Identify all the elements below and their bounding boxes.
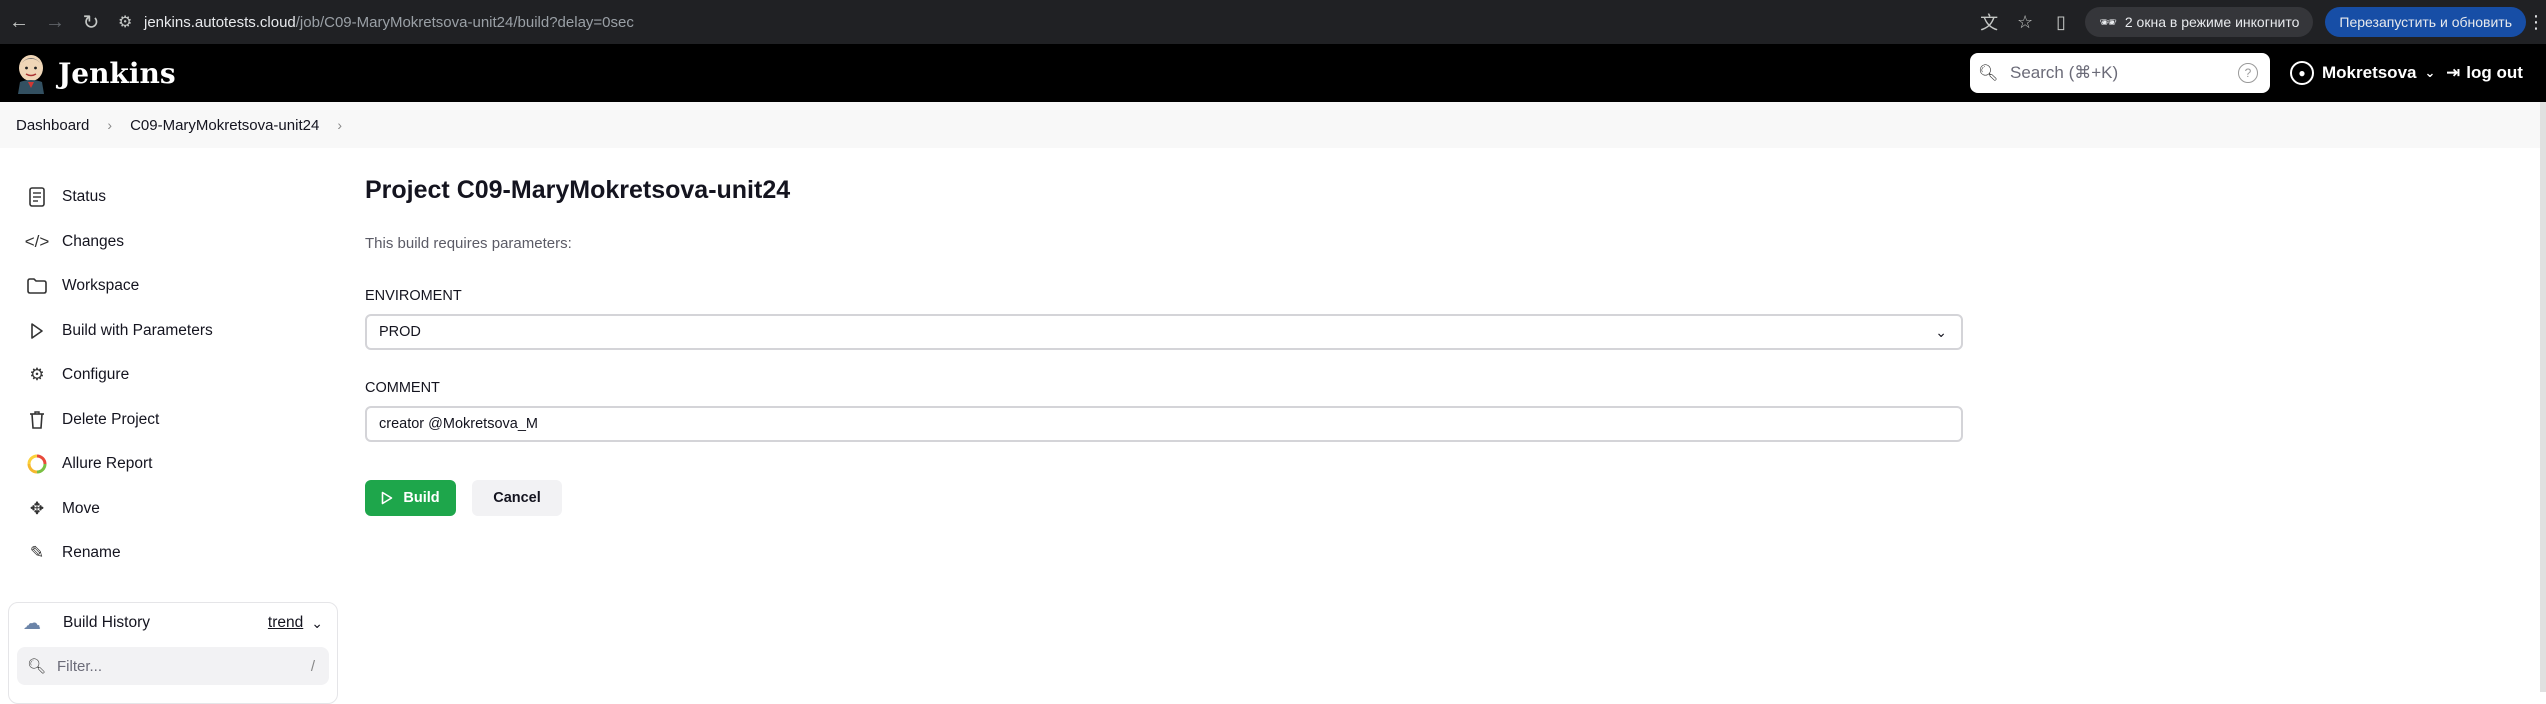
folder-icon — [26, 275, 48, 297]
sidebar-item-build-with-parameters[interactable]: Build with Parameters — [0, 309, 340, 354]
forward-icon[interactable]: → — [38, 5, 72, 39]
comment-value: creator @Mokretsova_M — [379, 416, 538, 432]
build-history-filter[interactable]: 🔍︎ Filter... / — [17, 647, 329, 685]
play-icon — [26, 320, 48, 342]
build-label: Build — [403, 490, 440, 506]
search-icon: 🔍︎ — [27, 658, 47, 675]
incognito-indicator[interactable]: 🕶 2 окна в режиме инкогнито — [2085, 7, 2314, 37]
build-history-header: ☁ Build History trend ⌄ — [9, 603, 337, 643]
form-buttons: Build Cancel — [365, 480, 1965, 516]
build-button[interactable]: Build — [365, 480, 456, 516]
jenkins-header: Jenkins 🔍︎ ? ● Mokretsova ⌄ ⇥ log out — [0, 44, 2546, 102]
user-name: Mokretsova — [2322, 63, 2417, 82]
logout-label: log out — [2466, 63, 2523, 82]
cancel-button[interactable]: Cancel — [472, 480, 562, 516]
site-settings-icon[interactable]: ⚙ — [118, 12, 144, 32]
sidebar-item-label: Configure — [62, 366, 130, 384]
build-history-title: Build History — [63, 614, 150, 631]
sidebar-item-delete-project[interactable]: Delete Project — [0, 398, 340, 443]
sidebar-item-workspace[interactable]: Workspace — [0, 264, 340, 309]
logout-icon: ⇥ — [2446, 63, 2461, 82]
allure-icon — [26, 453, 48, 475]
sidebar-item-configure[interactable]: ⚙ Configure — [0, 353, 340, 398]
chevron-down-icon[interactable]: ⌄ — [311, 615, 323, 632]
sidebar-item-label: Status — [62, 188, 106, 206]
environment-selected-value: PROD — [379, 324, 421, 340]
build-history-panel: ☁ Build History trend ⌄ 🔍︎ Filter... / — [8, 602, 338, 704]
parameters-note: This build requires parameters: — [365, 235, 572, 252]
logout-link[interactable]: ⇥ log out — [2446, 53, 2523, 93]
user-menu[interactable]: ● Mokretsova ⌄ — [2290, 53, 2435, 93]
url-host: jenkins.autotests.cloud — [144, 13, 296, 31]
breadcrumb-chevron-icon: › — [107, 117, 113, 133]
address-bar[interactable]: ⚙ jenkins.autotests.cloud /job/C09-MaryM… — [118, 6, 1998, 38]
param-label-environment: ENVIROMENT — [365, 288, 462, 304]
document-icon — [26, 186, 48, 208]
reload-icon[interactable]: ↻ — [74, 5, 108, 39]
browser-toolbar: ← → ↻ ⚙ jenkins.autotests.cloud /job/C09… — [0, 0, 2546, 44]
chevron-down-icon: ⌄ — [2424, 65, 2436, 80]
comment-input[interactable]: creator @Mokretsova_M — [365, 406, 1963, 442]
sidebar-item-label: Build with Parameters — [62, 321, 213, 339]
jenkins-butler-icon — [18, 55, 44, 94]
help-icon[interactable]: ? — [2238, 63, 2258, 83]
move-icon: ✥ — [29, 498, 45, 518]
page-title: Project C09-MaryMokretsova-unit24 — [365, 176, 791, 204]
environment-select[interactable]: PROD ⌄ — [365, 314, 1963, 350]
side-panel-icon[interactable]: ▯ — [2043, 0, 2079, 44]
brand-name: Jenkins — [58, 56, 176, 90]
sidebar: Status </> Changes Workspace Build with … — [0, 175, 340, 576]
bookmark-star-icon[interactable]: ☆ — [2007, 0, 2043, 44]
breadcrumb: Dashboard › C09-MaryMokretsova-unit24 › — [0, 102, 2546, 148]
sidebar-item-label: Allure Report — [62, 455, 153, 473]
search-icon: 🔍︎ — [1978, 65, 1999, 82]
jenkins-logo[interactable]: Jenkins — [14, 52, 176, 94]
sidebar-item-rename[interactable]: ✎ Rename — [0, 531, 340, 576]
back-icon[interactable]: ← — [2, 5, 36, 39]
breadcrumb-dashboard[interactable]: Dashboard — [16, 117, 89, 134]
search-input[interactable] — [2008, 62, 2238, 84]
url-path: /job/C09-MaryMokretsova-unit24/build?del… — [295, 13, 634, 31]
search-box[interactable]: 🔍︎ ? — [1970, 53, 2270, 93]
gear-icon: ⚙ — [29, 365, 45, 385]
main-content: Project C09-MaryMokretsova-unit24 This b… — [365, 175, 1965, 516]
translate-icon[interactable]: 文 — [1971, 0, 2007, 44]
filter-placeholder[interactable]: Filter... — [57, 658, 102, 675]
play-icon — [382, 491, 393, 505]
code-icon: </> — [24, 231, 50, 251]
user-icon: ● — [2290, 61, 2314, 85]
sidebar-item-changes[interactable]: </> Changes — [0, 220, 340, 265]
relaunch-button[interactable]: Перезапустить и обновить — [2325, 7, 2526, 37]
sidebar-item-move[interactable]: ✥ Move — [0, 487, 340, 532]
incognito-label: 2 окна в режиме инкогнито — [2124, 14, 2300, 30]
incognito-icon: 🕶 — [2099, 13, 2117, 30]
weather-cloud-icon: ☁ — [23, 612, 41, 633]
trash-icon — [26, 409, 48, 431]
sidebar-item-status[interactable]: Status — [0, 175, 340, 220]
page-scrollbar[interactable] — [2540, 102, 2546, 692]
sidebar-item-allure-report[interactable]: Allure Report — [0, 442, 340, 487]
sidebar-item-label: Changes — [62, 232, 125, 250]
trend-link[interactable]: trend — [268, 614, 303, 632]
param-label-comment: COMMENT — [365, 380, 440, 396]
sidebar-item-label: Move — [62, 499, 100, 517]
filter-shortcut: / — [310, 657, 315, 675]
breadcrumb-project[interactable]: C09-MaryMokretsova-unit24 — [130, 117, 319, 134]
sidebar-item-label: Rename — [62, 544, 121, 562]
sidebar-item-label: Delete Project — [62, 410, 160, 428]
chevron-down-icon: ⌄ — [1935, 323, 1947, 340]
sidebar-item-label: Workspace — [62, 277, 140, 295]
pencil-icon: ✎ — [29, 543, 45, 563]
breadcrumb-chevron-icon[interactable]: › — [337, 117, 342, 133]
browser-menu-icon[interactable]: ⋮ — [2526, 12, 2546, 33]
